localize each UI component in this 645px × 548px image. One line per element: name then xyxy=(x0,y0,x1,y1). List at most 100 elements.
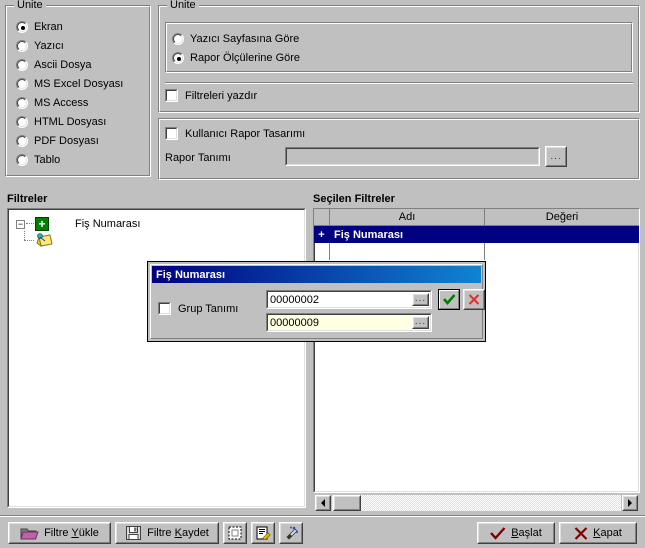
page-mode-separator xyxy=(165,82,633,84)
filters-tree-panel[interactable]: − + Fiş Numarası xyxy=(7,208,306,508)
radio-indicator[interactable] xyxy=(16,97,28,109)
checkbox-label: Grup Tanımı xyxy=(178,302,239,315)
scrollbar-thumb[interactable] xyxy=(333,495,361,511)
checkbox-indicator[interactable] xyxy=(165,89,178,102)
edit-document-button[interactable] xyxy=(251,522,275,544)
row-adi[interactable] xyxy=(330,243,485,260)
radio-ekran[interactable]: Ekran xyxy=(16,21,63,33)
radio-indicator[interactable] xyxy=(16,154,28,166)
checkbox-grup-tanimi[interactable]: Grup Tanımı xyxy=(158,302,238,315)
radio-label: PDF Dosyası xyxy=(34,135,99,147)
radio-html-dosyasi[interactable]: HTML Dosyası xyxy=(16,116,106,128)
tree-child-node[interactable] xyxy=(24,231,64,248)
row-indicator xyxy=(314,243,330,260)
checkbox-kullanici-rapor-tasarimi[interactable]: Kullanıcı Rapor Tasarımı xyxy=(165,127,305,140)
checkbox-label: Kullanıcı Rapor Tasarımı xyxy=(185,127,306,140)
rapor-tanimi-input[interactable] xyxy=(285,147,540,166)
radio-indicator[interactable] xyxy=(16,116,28,128)
page-mode-group-title: Ünite xyxy=(167,0,199,11)
clear-selection-button[interactable] xyxy=(223,522,247,544)
tree-dotted-connector xyxy=(24,240,34,242)
radio-indicator[interactable] xyxy=(16,135,28,147)
radio-indicator[interactable] xyxy=(16,40,28,52)
cross-icon xyxy=(574,526,588,540)
note-pin-icon xyxy=(36,233,53,248)
ellipsis-label: ... xyxy=(414,293,427,304)
row-adi[interactable]: Fiş Numarası xyxy=(330,226,485,243)
tree-node-fis-numarasi[interactable]: − + Fiş Numarası xyxy=(16,217,140,231)
clear-selection-icon xyxy=(228,526,242,540)
checkbox-indicator[interactable] xyxy=(165,127,178,140)
scrollbar-right-arrow[interactable] xyxy=(622,495,638,511)
checkbox-filtreleri-yazdir[interactable]: Filtreleri yazdır xyxy=(165,89,257,102)
start-label: Başlat xyxy=(511,527,542,539)
filtreler-heading: Filtreler xyxy=(7,193,48,205)
radio-indicator[interactable] xyxy=(16,59,28,71)
check-icon xyxy=(490,526,506,540)
ellipsis-label: ... xyxy=(414,316,427,327)
radio-label: HTML Dosyası xyxy=(34,116,107,128)
grid-header-adi[interactable]: Adı xyxy=(330,209,485,225)
radio-indicator[interactable] xyxy=(172,33,184,45)
grid-header-degeri[interactable]: Değeri xyxy=(485,209,639,225)
radio-ms-excel-dosyasi[interactable]: MS Excel Dosyası xyxy=(16,78,123,90)
radio-label: MS Access xyxy=(34,97,89,109)
value-end-browse-button[interactable]: ... xyxy=(412,316,429,329)
checkbox-indicator[interactable] xyxy=(158,302,171,315)
rapor-tanimi-label: Rapor Tanımı xyxy=(165,152,231,164)
radio-pdf-dosyasi[interactable]: PDF Dosyası xyxy=(16,135,99,147)
load-filter-label: Filtre Yükle xyxy=(44,527,99,539)
close-button[interactable]: Kapat xyxy=(559,522,637,544)
start-button[interactable]: Başlat xyxy=(477,522,555,544)
table-row-empty[interactable] xyxy=(314,243,639,260)
check-icon xyxy=(442,294,455,305)
value-start-browse-button[interactable]: ... xyxy=(412,293,429,306)
tree-dotted-connector-vertical xyxy=(24,231,26,240)
row-degeri[interactable] xyxy=(485,243,639,260)
close-label: Kapat xyxy=(593,527,622,539)
checkbox-label: Filtreleri yazdır xyxy=(185,89,258,102)
save-filter-button[interactable]: Filtre Kaydet xyxy=(115,522,219,544)
rapor-tanimi-browse-button[interactable]: ... xyxy=(545,146,567,167)
table-row[interactable]: + Fiş Numarası xyxy=(314,226,639,243)
browse-ellipsis-label: ... xyxy=(550,151,562,162)
radio-ascii-dosya[interactable]: Ascii Dosya xyxy=(16,59,91,71)
row-indicator: + xyxy=(314,226,330,243)
floppy-disk-icon xyxy=(126,526,142,540)
save-filter-label: Filtre Kaydet xyxy=(147,527,209,539)
radio-tablo[interactable]: Tablo xyxy=(16,154,60,166)
secilen-filtreler-heading: Seçilen Filtreler xyxy=(313,193,395,205)
magic-wand-button[interactable] xyxy=(279,522,303,544)
tree-node-label: Fiş Numarası xyxy=(75,218,141,230)
magic-wand-icon xyxy=(285,526,298,540)
page-mode-inner-box xyxy=(165,22,633,73)
tree-dotted-connector xyxy=(26,223,34,225)
selected-filters-grid[interactable]: Adı Değeri + Fiş Numarası xyxy=(313,208,640,493)
radio-yazici[interactable]: Yazıcı xyxy=(16,40,64,52)
plus-node-icon: + xyxy=(35,217,49,231)
close-icon xyxy=(468,294,480,305)
tree-expander-collapse-icon[interactable]: − xyxy=(16,219,25,229)
radio-yazici-sayfasina-gore[interactable]: Yazıcı Sayfasına Göre xyxy=(172,33,299,45)
radio-label: Yazıcı xyxy=(34,40,64,52)
row-degeri[interactable] xyxy=(485,226,639,243)
scrollbar-left-arrow[interactable] xyxy=(315,495,331,511)
bottom-separator xyxy=(0,515,645,517)
load-filter-button[interactable]: Filtre Yükle xyxy=(8,522,111,544)
radio-label: MS Excel Dosyası xyxy=(34,78,124,90)
radio-label: Ascii Dosya xyxy=(34,59,92,71)
radio-ms-access[interactable]: MS Access xyxy=(16,97,88,109)
grid-horizontal-scrollbar[interactable] xyxy=(315,495,638,511)
radio-indicator[interactable] xyxy=(16,78,28,90)
rapor-tanimi-value xyxy=(286,148,289,160)
chevron-left-icon xyxy=(321,499,325,507)
unit-group-title: Ünite xyxy=(14,0,46,11)
scrollbar-track[interactable] xyxy=(332,495,621,511)
radio-indicator[interactable] xyxy=(16,21,28,33)
radio-label: Tablo xyxy=(34,154,61,166)
chevron-right-icon xyxy=(628,499,632,507)
radio-label: Rapor Ölçülerine Göre xyxy=(190,52,301,64)
radio-indicator[interactable] xyxy=(172,52,184,64)
radio-rapor-olculerine-gore[interactable]: Rapor Ölçülerine Göre xyxy=(172,52,300,64)
folder-open-icon xyxy=(20,528,39,539)
